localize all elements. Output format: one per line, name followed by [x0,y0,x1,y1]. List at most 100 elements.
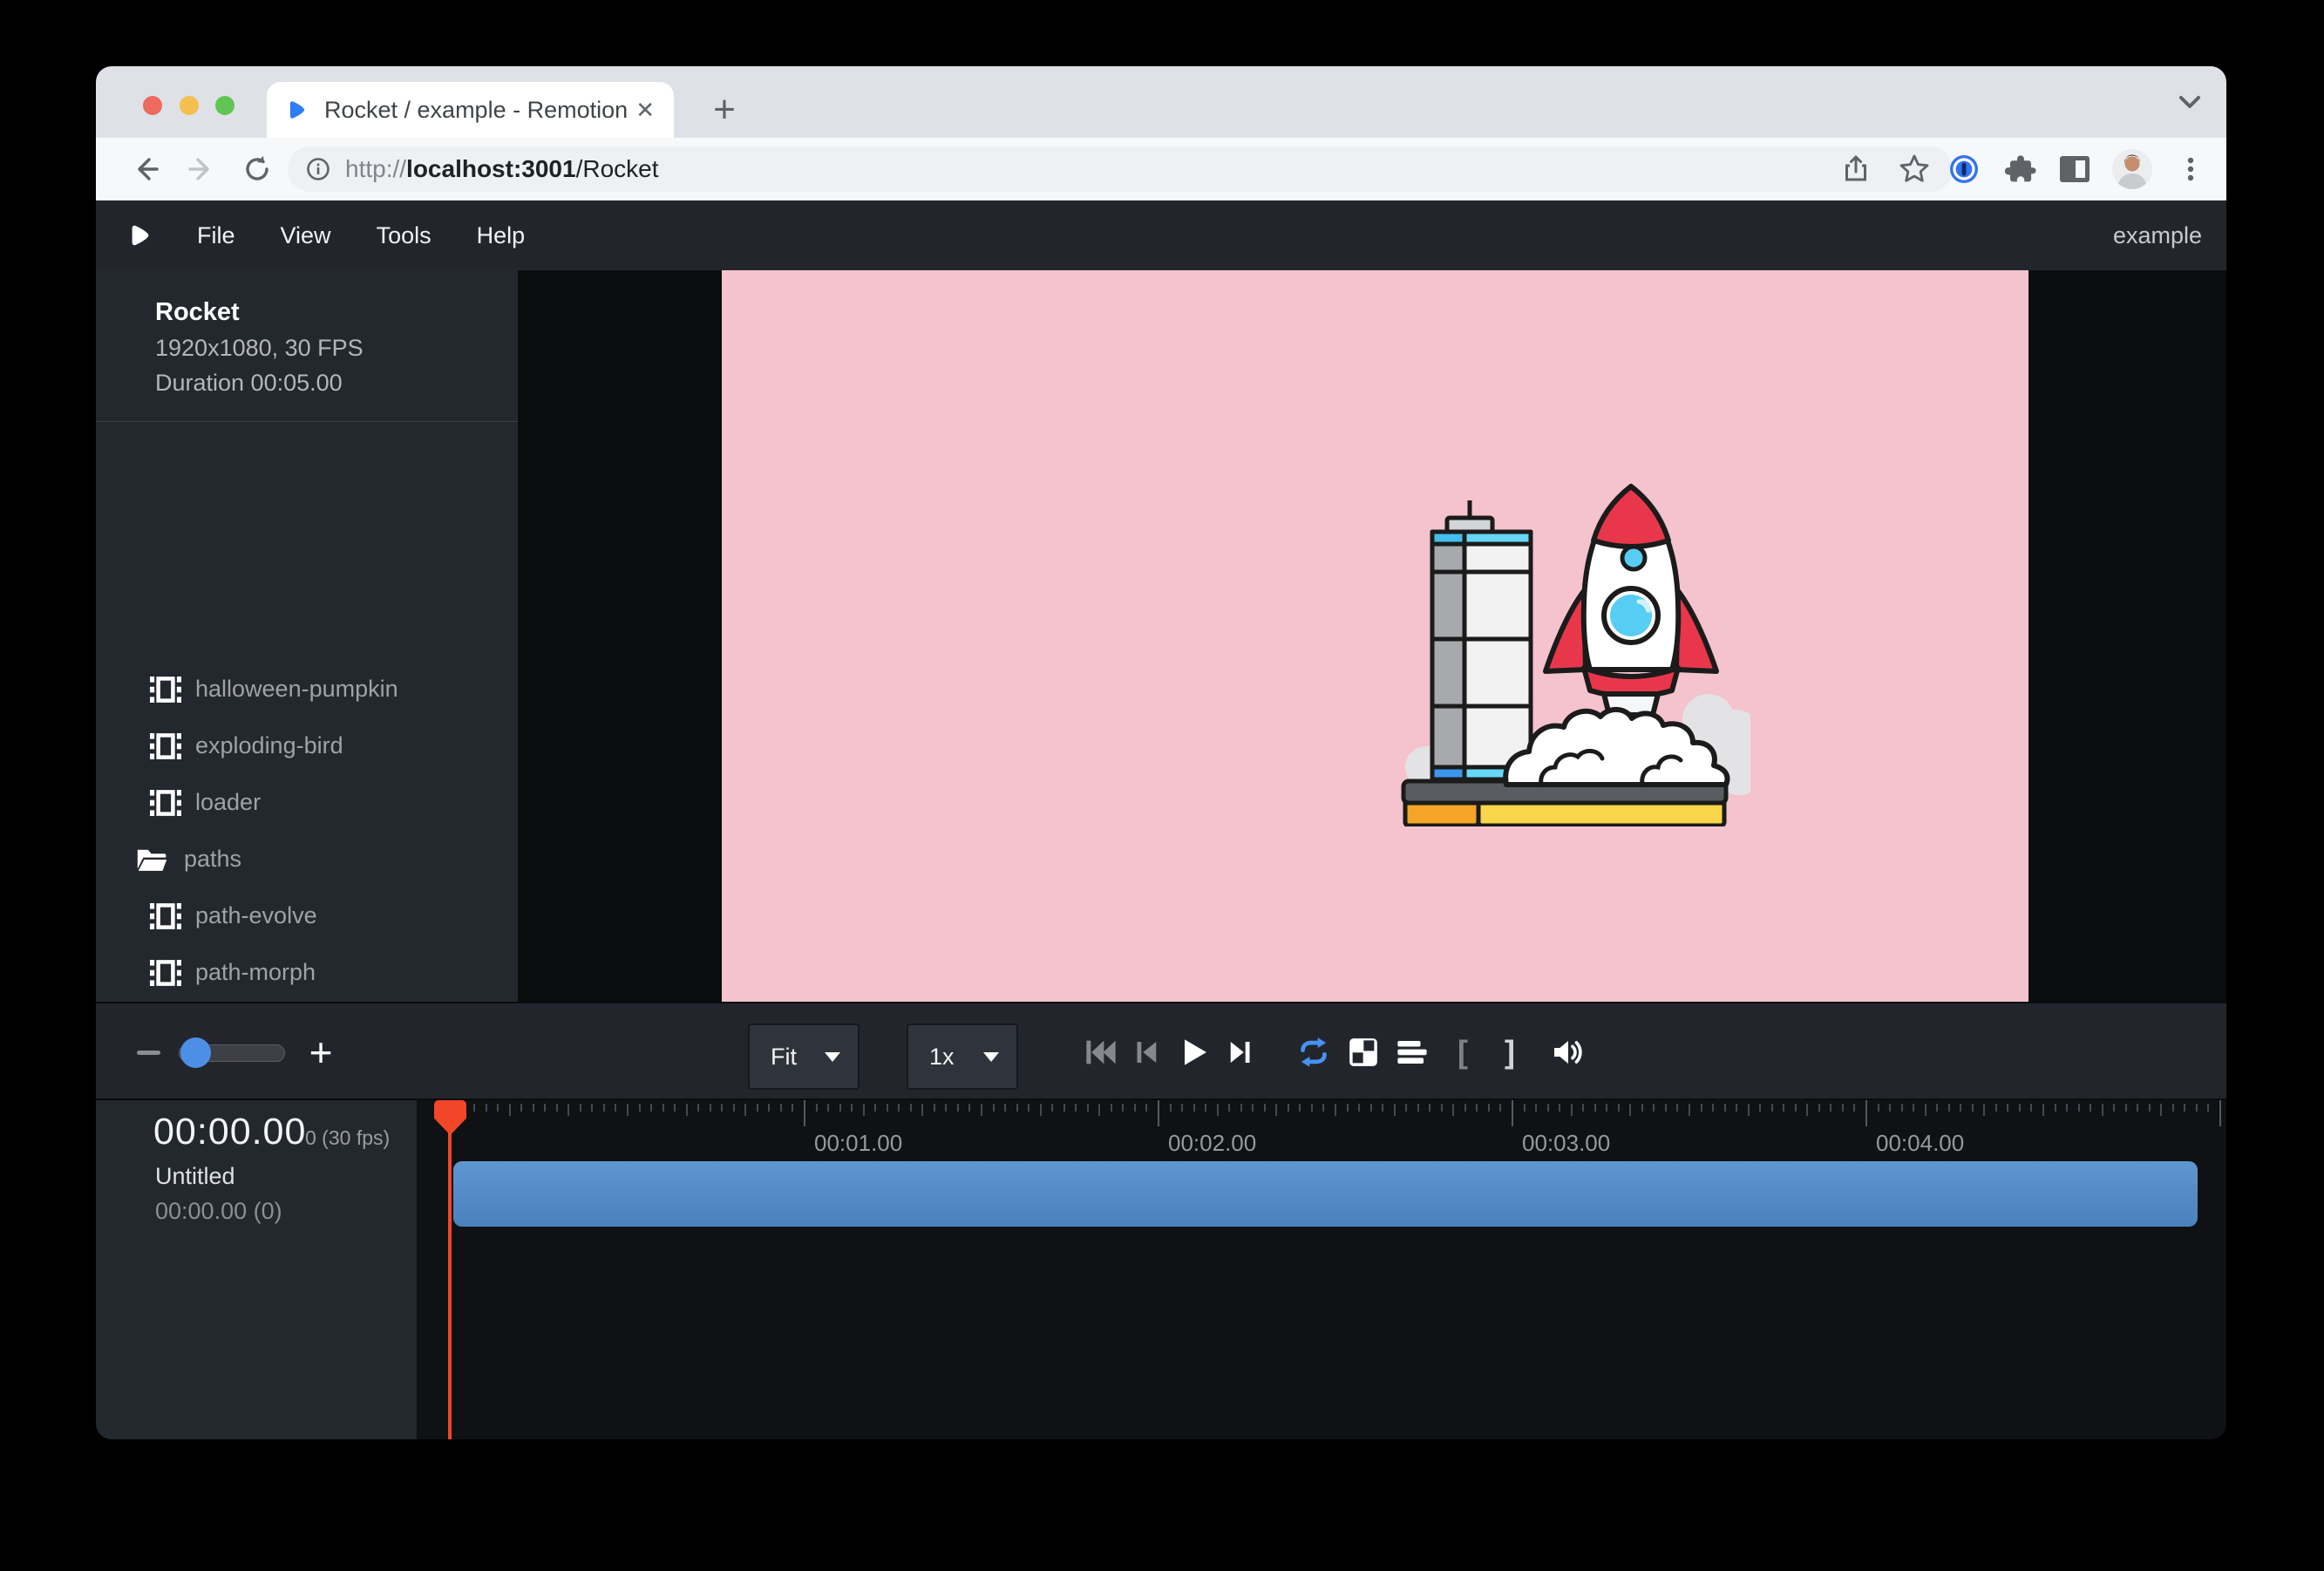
ruler-tick [591,1104,593,1112]
ruler-tick [2007,1104,2008,1112]
loop-toggle-button[interactable] [1295,1033,1333,1071]
browser-menu-icon[interactable] [2172,151,2209,187]
playback-speed-select[interactable]: 1x [907,1024,1018,1090]
ruler-tick [1594,1104,1596,1112]
ruler-tick [921,1104,923,1116]
ruler-tick [639,1104,641,1112]
ruler-tick [1759,1104,1761,1112]
ruler-tick [663,1104,664,1112]
ruler-tick [957,1104,959,1112]
composition-info: Rocket 1920x1080, 30 FPS Duration 00:05.… [96,270,518,397]
previous-frame-button[interactable] [1127,1033,1165,1071]
close-window-button[interactable] [143,96,162,115]
ruler-tick [839,1104,841,1112]
menu-file[interactable]: File [197,222,235,249]
sidebar-item-label: loader [195,789,261,816]
ruler-tick [2172,1104,2174,1112]
menu-help[interactable]: Help [477,222,526,249]
film-icon [150,733,181,759]
new-tab-button[interactable]: + [702,87,747,133]
ruler-tick [1842,1104,1844,1112]
preview-area [525,270,2226,1002]
site-info-icon[interactable] [305,156,331,182]
ruler-tick [533,1104,534,1112]
track-time: 00:00.00 (0) [155,1198,282,1225]
ruler-tick [1040,1104,1042,1116]
ruler-tick [1724,1104,1726,1112]
menu-view[interactable]: View [281,222,331,249]
tab-search-chevron-icon[interactable] [2174,92,2205,113]
sidebar-folder-paths[interactable]: paths [96,831,518,888]
remotion-logo-icon[interactable] [127,222,153,248]
menu-tools[interactable]: Tools [377,222,432,249]
ruler-tick [863,1104,865,1116]
timeline-panel-toggle-icon[interactable] [1393,1033,1431,1071]
ruler-tick [1499,1104,1501,1112]
tab-close-icon[interactable]: ✕ [635,99,655,121]
ruler-tick [627,1104,629,1116]
sidebar-item-label: path-evolve [195,902,317,929]
timeline-zoom-slider-thumb[interactable] [180,1037,211,1068]
forward-button[interactable] [183,151,220,187]
browser-tab[interactable]: Rocket / example - Remotion P ✕ [267,82,674,138]
size-select[interactable]: Fit [748,1024,860,1090]
play-button[interactable] [1174,1033,1213,1071]
volume-button[interactable] [1548,1033,1587,1071]
address-bar[interactable]: http://localhost:3001/Rocket [288,146,1953,192]
ruler-tick [674,1104,676,1112]
share-icon[interactable] [1839,153,1872,186]
ruler-tick [887,1104,888,1112]
app-menubar: File View Tools Help example [96,201,2226,270]
ruler-tick [1335,1104,1336,1116]
in-point-button[interactable]: [ [1444,1033,1482,1071]
extensions-puzzle-icon[interactable] [2001,151,2038,187]
ruler-tick [1016,1104,1018,1112]
ruler-tick [1217,1104,1219,1116]
zoom-in-button[interactable]: + [303,1030,338,1075]
sidebar-divider [96,421,518,422]
ruler-tick [1806,1104,1808,1116]
reload-button[interactable] [239,151,275,187]
sidebar-item-exploding-bird[interactable]: exploding-bird [96,717,518,774]
playhead-handle[interactable] [434,1100,466,1135]
timeline-track-bar[interactable] [453,1161,2198,1227]
sidebar-item-path-morph[interactable]: path-morph [96,944,518,1001]
sidebar-item-loader[interactable]: loader [96,774,518,831]
fullscreen-window-button[interactable] [215,96,234,115]
ruler-tick [1488,1104,1490,1112]
zoom-out-button[interactable] [137,1051,160,1055]
ruler-tick [1170,1104,1172,1112]
profile-avatar[interactable] [2112,149,2152,189]
ruler-tick [520,1104,522,1112]
ruler-tick [1653,1104,1655,1112]
ruler-tick [1878,1104,1879,1112]
minimize-window-button[interactable] [180,96,199,115]
ruler-tick [1394,1104,1396,1116]
out-point-button[interactable]: ] [1491,1033,1529,1071]
bookmark-star-icon[interactable] [1897,152,1932,187]
ruler-tick [1676,1104,1678,1112]
ruler-tick [1853,1104,1855,1112]
transparency-checkerboard-button[interactable] [1344,1033,1383,1071]
ruler-tick [556,1104,558,1112]
sidebar-item-path-evolve[interactable]: path-evolve [96,888,518,944]
ruler-tick [1571,1104,1573,1116]
omnibox-actions [1839,146,1932,192]
ruler-tick [710,1104,711,1112]
timeline-canvas[interactable]: 00:01.0000:02.0000:03.0000:04.00 [429,1100,2226,1439]
ruler-tick [580,1104,581,1112]
side-panel-icon[interactable] [2056,151,2093,187]
ruler-tick [768,1104,770,1112]
sidebar-item-halloween-pumpkin[interactable]: halloween-pumpkin [96,661,518,717]
ruler-tick [1322,1104,1324,1112]
ruler-tick [1689,1104,1690,1116]
ruler-tick [1736,1104,1737,1112]
jump-to-start-button[interactable] [1082,1033,1120,1071]
next-frame-button[interactable] [1221,1033,1260,1071]
sidebar-item-label: paths [184,846,241,873]
ruler-tick [2019,1104,2021,1112]
browser-toolbar: http://localhost:3001/Rocket [96,138,2226,201]
onepassword-extension-icon[interactable] [1946,151,1982,187]
back-button[interactable] [127,151,164,187]
project-name-label: example [2113,222,2202,249]
